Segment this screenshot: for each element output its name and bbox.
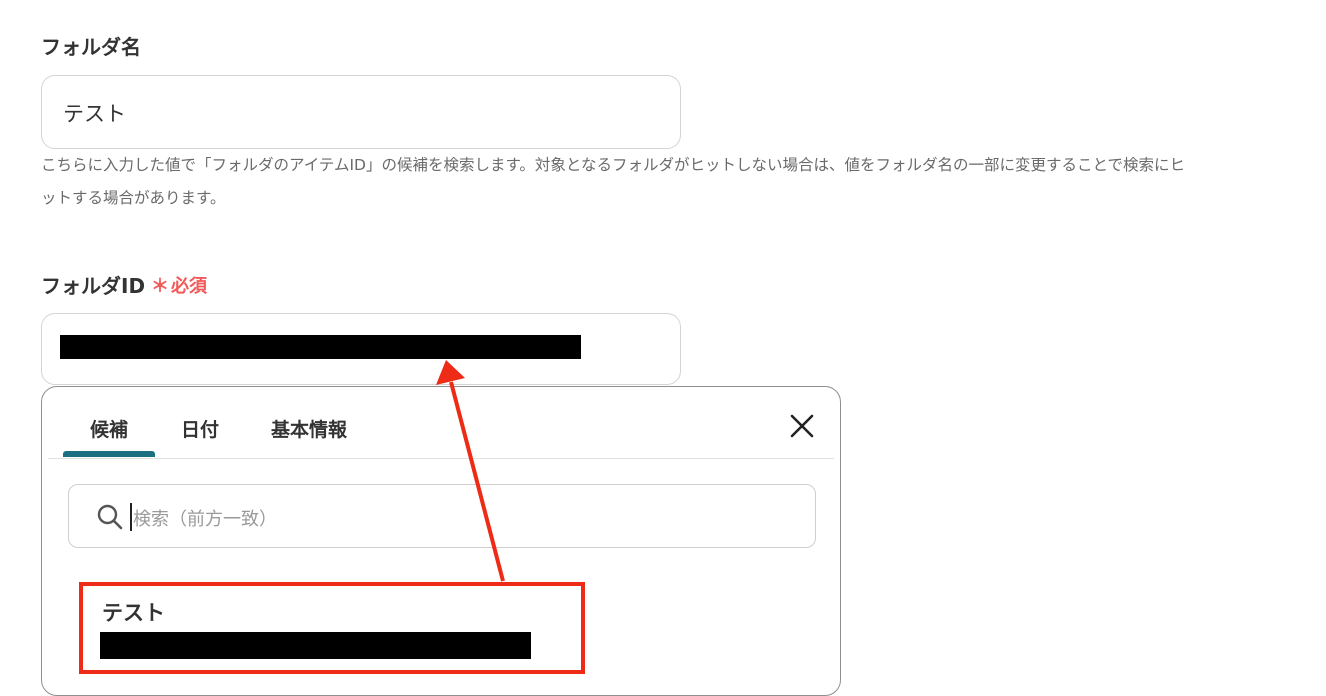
tab-divider: [48, 458, 834, 459]
candidate-picker: 候補 日付 基本情報 検索（前方一致） テスト: [41, 386, 841, 696]
close-icon[interactable]: [788, 412, 816, 440]
candidate-title: テスト: [102, 601, 165, 625]
required-asterisk: ＊: [151, 275, 170, 297]
redacted-candidate-id: [100, 632, 531, 659]
folder-name-label: フォルダ名: [41, 35, 141, 59]
text-cursor: [130, 503, 132, 531]
folder-id-label-row: フォルダID ＊ 必須: [41, 270, 207, 299]
folder-name-input[interactable]: テスト: [41, 75, 681, 149]
folder-name-help: こちらに入力した値で「フォルダのアイテムID」の候補を検索します。対象となるフォ…: [41, 149, 1301, 215]
redacted-folder-id: [60, 335, 581, 359]
tab-candidates[interactable]: 候補: [90, 415, 128, 442]
candidate-item[interactable]: テスト: [80, 583, 584, 675]
folder-id-label: フォルダID: [41, 274, 146, 298]
tab-date[interactable]: 日付: [181, 415, 219, 442]
tab-basic-info[interactable]: 基本情報: [271, 415, 347, 442]
candidate-search-input[interactable]: 検索（前方一致）: [68, 484, 816, 548]
search-icon: [96, 503, 124, 531]
search-placeholder: 検索（前方一致）: [133, 509, 277, 530]
picker-tab-bar: 候補 日付 基本情報: [42, 387, 840, 459]
active-tab-indicator: [63, 451, 155, 457]
folder-name-value: テスト: [63, 102, 126, 126]
folder-name-help-line1: こちらに入力した値で「フォルダのアイテムID」の候補を検索します。対象となるフォ…: [41, 156, 1185, 174]
required-text: 必須: [171, 275, 208, 297]
folder-name-help-line2: ットする場合があります。: [41, 189, 226, 207]
folder-id-input[interactable]: [41, 313, 681, 385]
